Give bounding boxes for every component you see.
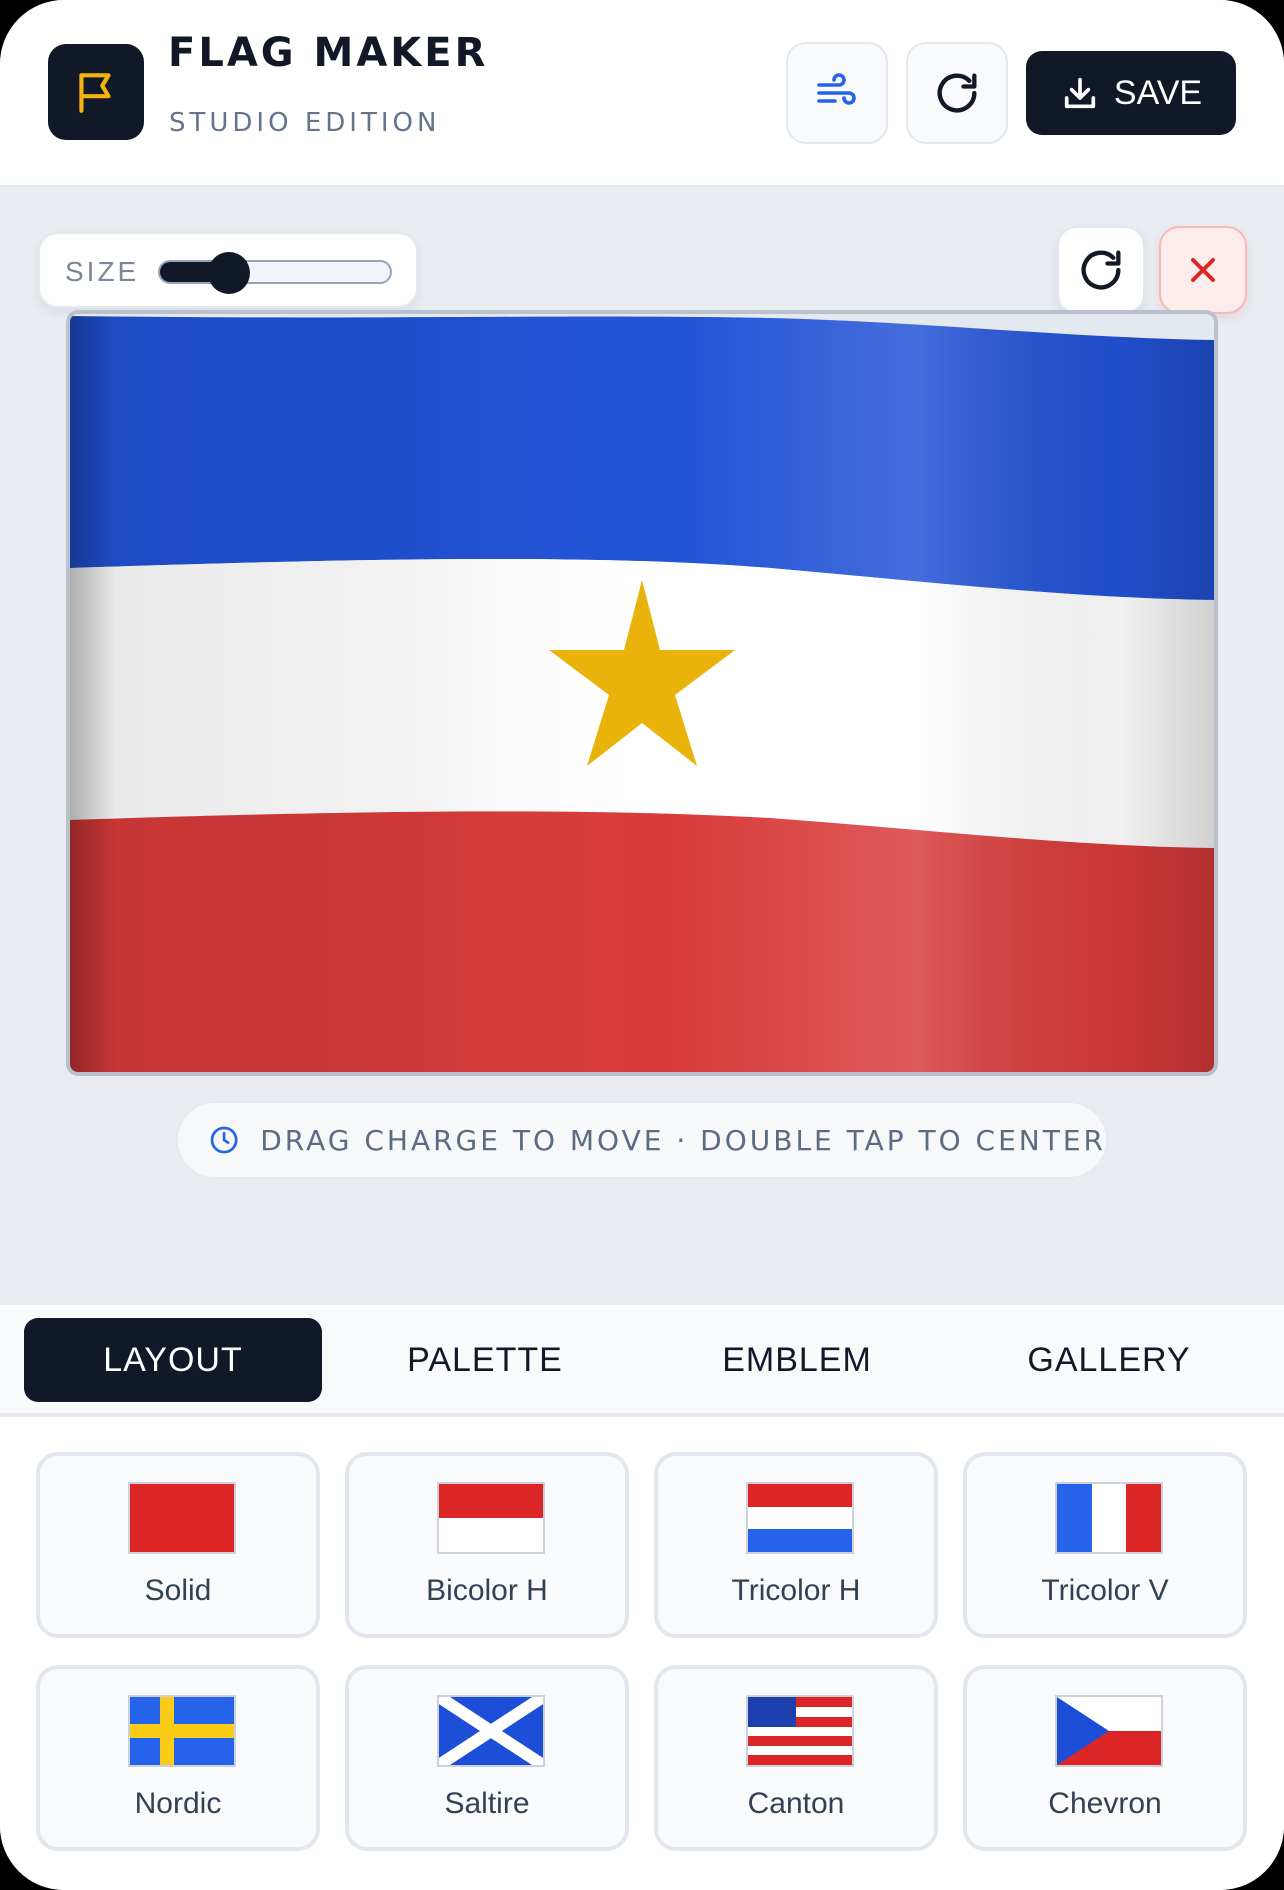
reset-canvas-button[interactable] — [1057, 226, 1145, 314]
wind-icon — [817, 73, 856, 105]
layout-option-label: Tricolor V — [1041, 1574, 1169, 1607]
size-label: SIZE — [65, 256, 140, 287]
tab-palette[interactable]: PALETTE — [336, 1318, 634, 1402]
layout-option-bicolor-h[interactable]: Bicolor H — [345, 1452, 629, 1638]
layout-option-saltire[interactable]: Saltire — [345, 1665, 629, 1851]
close-icon — [1191, 258, 1215, 282]
tab-layout[interactable]: LAYOUT — [24, 1318, 322, 1402]
flag-canvas[interactable] — [66, 310, 1218, 1076]
layout-option-solid[interactable]: Solid — [36, 1452, 320, 1638]
layout-option-label: Canton — [747, 1787, 845, 1820]
download-icon — [1064, 77, 1096, 109]
app-title: FLAG MAKER — [168, 30, 489, 76]
size-slider[interactable] — [158, 252, 392, 294]
canton-flag-icon — [746, 1695, 854, 1767]
saltire-flag-icon — [437, 1695, 545, 1767]
wind-button[interactable] — [786, 42, 888, 144]
layout-option-label: Nordic — [134, 1787, 222, 1820]
hint-text: DRAG CHARGE TO MOVE · DOUBLE TAP TO CENT… — [260, 1123, 1106, 1157]
nordic-flag-icon — [128, 1695, 236, 1767]
tricolor-h-flag-icon — [746, 1482, 854, 1554]
layout-option-label: Saltire — [444, 1787, 530, 1820]
layout-option-canton[interactable]: Canton — [654, 1665, 938, 1851]
layout-option-label: Solid — [144, 1574, 212, 1607]
layout-option-nordic[interactable]: Nordic — [36, 1665, 320, 1851]
tab-gallery[interactable]: GALLERY — [960, 1318, 1258, 1402]
drag-hint: DRAG CHARGE TO MOVE · DOUBLE TAP TO CENT… — [176, 1101, 1108, 1179]
layout-grid: Solid Bicolor H Tricolor H Tricolor V No… — [0, 1417, 1284, 1890]
app-subtitle: STUDIO EDITION — [169, 108, 441, 138]
flag-preview[interactable] — [70, 314, 1214, 1072]
reset-button[interactable] — [906, 42, 1008, 144]
editor-tabs: LAYOUT PALETTE EMBLEM GALLERY — [0, 1305, 1284, 1415]
layout-option-chevron[interactable]: Chevron — [963, 1665, 1247, 1851]
size-control: SIZE — [38, 232, 418, 308]
clear-button[interactable] — [1159, 226, 1247, 314]
refresh-icon — [937, 73, 977, 113]
solid-flag-icon — [128, 1482, 236, 1554]
refresh-icon — [1081, 250, 1121, 290]
layout-option-label: Chevron — [1048, 1787, 1162, 1820]
app-frame: FLAG MAKER STUDIO EDITION SAVE SIZE DRAG… — [0, 0, 1284, 1890]
app-header: FLAG MAKER STUDIO EDITION SAVE — [0, 0, 1284, 186]
bicolor-flag-icon — [437, 1482, 545, 1554]
app-logo — [48, 44, 144, 140]
clock-icon — [210, 1126, 238, 1154]
chevron-flag-icon — [1055, 1695, 1163, 1767]
tricolor-v-flag-icon — [1055, 1482, 1163, 1554]
layout-option-label: Bicolor H — [426, 1574, 548, 1607]
flag-logo-icon — [79, 73, 111, 113]
layout-option-tricolor-v[interactable]: Tricolor V — [963, 1452, 1247, 1638]
layout-option-tricolor-h[interactable]: Tricolor H — [654, 1452, 938, 1638]
save-label: SAVE — [1113, 73, 1203, 112]
size-slider-thumb[interactable] — [208, 252, 250, 294]
save-button[interactable]: SAVE — [1026, 51, 1236, 135]
layout-option-label: Tricolor H — [731, 1574, 861, 1607]
tab-emblem[interactable]: EMBLEM — [648, 1318, 946, 1402]
